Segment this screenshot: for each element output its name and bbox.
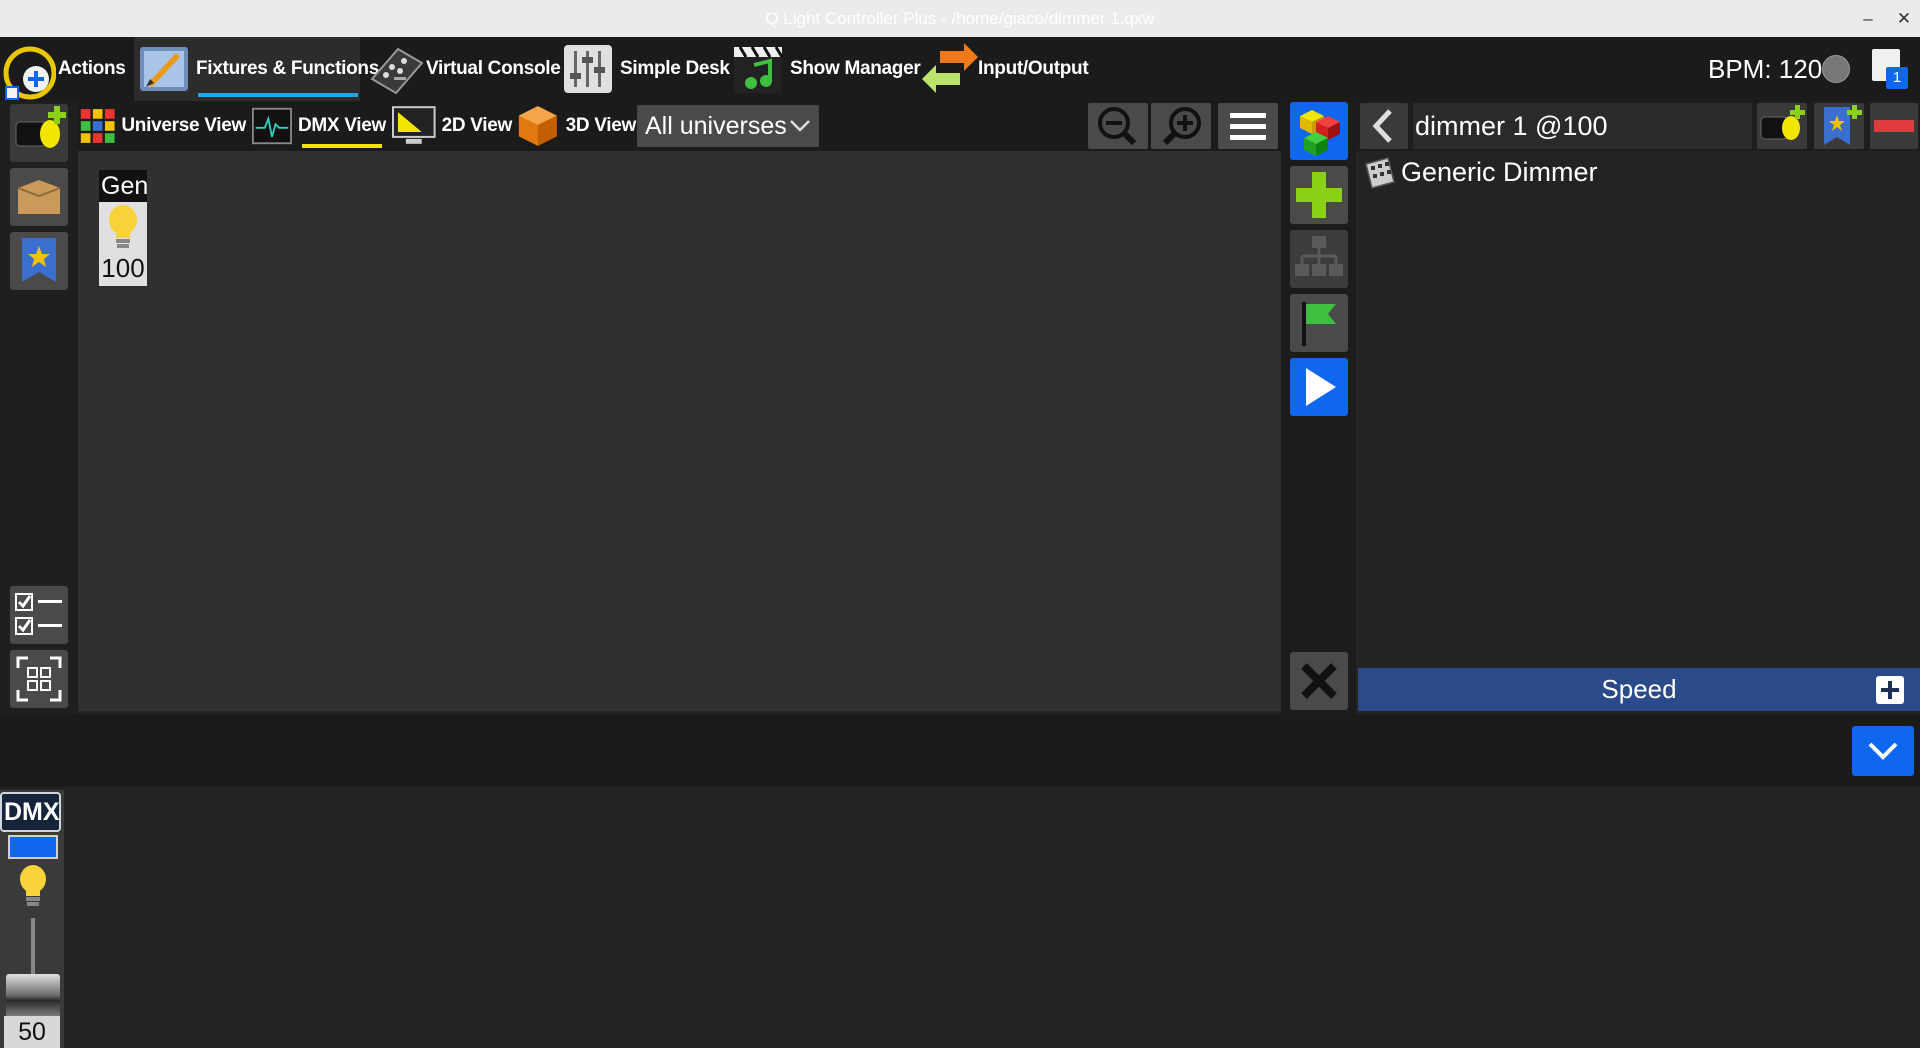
bulb-icon [20, 865, 46, 906]
fixture-dmx-value: 100 [101, 253, 145, 283]
function-tree-button[interactable] [1290, 230, 1348, 288]
fixture-groups-button[interactable] [10, 168, 68, 226]
simple-desk-icon [562, 43, 614, 95]
menu-icon [1230, 113, 1266, 140]
2d-view-icon [392, 106, 436, 144]
bulb-icon [109, 205, 137, 248]
universe-filter-select[interactable]: All universes [637, 105, 819, 147]
add-fixture-icon [15, 106, 66, 148]
chevron-left-icon [1372, 109, 1392, 143]
menu-simple-desk[interactable]: Simple Desk [562, 37, 730, 101]
close-panel-button[interactable] [1290, 652, 1348, 710]
collapse-bottom-panel-button[interactable] [1852, 726, 1914, 776]
zoom-in-icon [1162, 107, 1201, 146]
channel-fader-handle[interactable] [6, 974, 60, 1022]
chevron-down-icon [1868, 742, 1898, 760]
tab-universe-view[interactable]: Universe View [80, 101, 246, 151]
input-output-icon [920, 43, 978, 95]
flag-button[interactable] [1290, 294, 1348, 352]
bottom-toolbar [0, 714, 1920, 787]
universe-filter-value: All universes [645, 112, 787, 140]
menu-show-manager-label: Show Manager [790, 58, 921, 79]
tab-3d-view-label: 3D View [565, 115, 637, 136]
add-fixture-button[interactable] [10, 104, 68, 162]
tab-2d-view[interactable]: 2D View [392, 101, 512, 151]
close-icon [1301, 663, 1337, 699]
zoom-in-button[interactable] [1151, 103, 1211, 149]
palettes-icon [22, 238, 56, 282]
checklist-icon [15, 593, 62, 635]
channel-value: 50 [4, 1016, 60, 1048]
add-function-button[interactable] [1290, 166, 1348, 224]
show-manager-icon [732, 43, 784, 95]
beat-indicator [1822, 55, 1850, 83]
function-name-field[interactable]: dimmer 1 @100 [1413, 103, 1752, 149]
select-all-icon [16, 656, 62, 702]
zoom-out-icon [1098, 107, 1137, 146]
menu-input-output-label: Input/Output [978, 58, 1089, 79]
zoom-out-button[interactable] [1088, 103, 1148, 149]
main-menubar: Actions Fixtures & Functions Virtual Con… [0, 37, 1920, 101]
checklist-button[interactable] [10, 586, 68, 644]
menu-fixtures-functions-label: Fixtures & Functions [196, 58, 379, 79]
close-window-button[interactable]: ✕ [1890, 0, 1918, 37]
play-icon [1306, 368, 1336, 406]
dmx-view-icon [252, 107, 292, 145]
dimmer-pack-icon [1365, 157, 1395, 189]
fixtures-functions-icon [138, 43, 190, 95]
dmx-channel-panel [0, 787, 1920, 1048]
add-function-icon [1296, 172, 1342, 218]
universe-view-icon [80, 109, 115, 143]
dmx-view-canvas[interactable] [78, 151, 1281, 711]
function-editor-panel [1356, 101, 1920, 714]
back-button[interactable] [1360, 103, 1408, 149]
tab-3d-view[interactable]: 3D View [516, 101, 636, 151]
function-tree-icon [1295, 236, 1343, 276]
add-palette-button[interactable] [1814, 103, 1864, 149]
minimize-button[interactable]: – [1854, 0, 1882, 37]
plus-icon [1881, 681, 1899, 699]
pages-button[interactable]: 1 [1872, 49, 1908, 89]
function-manager-button[interactable] [1290, 102, 1348, 160]
tab-universe-view-label: Universe View [121, 115, 246, 136]
palettes-button[interactable] [10, 232, 68, 290]
tab-selected-indicator [302, 144, 382, 148]
menu-input-output[interactable]: Input/Output [920, 37, 1090, 101]
fixture-name-label: Gene [99, 170, 147, 202]
menu-actions[interactable]: Actions [0, 37, 132, 101]
window-title: Q Light Controller Plus - /home/giaco/di… [765, 9, 1155, 28]
add-fixture-icon [1760, 105, 1805, 140]
page-badge: 1 [1886, 67, 1908, 89]
menu-actions-label: Actions [58, 58, 126, 79]
select-all-button[interactable] [10, 650, 68, 708]
channel-color-swatch [8, 835, 58, 859]
expand-speed-button[interactable] [1876, 676, 1904, 704]
3d-view-icon [518, 106, 557, 146]
menu-show-manager[interactable]: Show Manager [732, 37, 921, 101]
menu-virtual-console-label: Virtual Console [426, 58, 561, 79]
minus-icon [1874, 120, 1914, 132]
virtual-console-icon [368, 43, 424, 95]
menu-fixtures-functions[interactable]: Fixtures & Functions [134, 37, 379, 101]
tab-2d-view-label: 2D View [441, 115, 513, 136]
function-manager-icon [1300, 110, 1340, 156]
fixture-groups-icon [17, 180, 61, 214]
palettes-icon [1824, 105, 1862, 145]
remove-button[interactable] [1870, 103, 1918, 149]
bpm-label[interactable]: BPM: 120 [1708, 37, 1822, 101]
chevron-down-icon [790, 120, 810, 132]
menu-selected-indicator [198, 93, 358, 97]
flag-icon [1302, 302, 1336, 346]
list-item-label: Generic Dimmer [1401, 157, 1598, 187]
menu-virtual-console[interactable]: Virtual Console [368, 37, 561, 101]
play-button[interactable] [1290, 358, 1348, 416]
channel-label: DMX [0, 792, 61, 832]
actions-icon [0, 43, 57, 100]
speed-label: Speed [1601, 674, 1677, 704]
add-fixture-to-scene-button[interactable] [1757, 103, 1807, 149]
view-menu-button[interactable] [1218, 103, 1278, 149]
tab-dmx-view-label: DMX View [297, 115, 386, 136]
menu-simple-desk-label: Simple Desk [620, 58, 730, 79]
